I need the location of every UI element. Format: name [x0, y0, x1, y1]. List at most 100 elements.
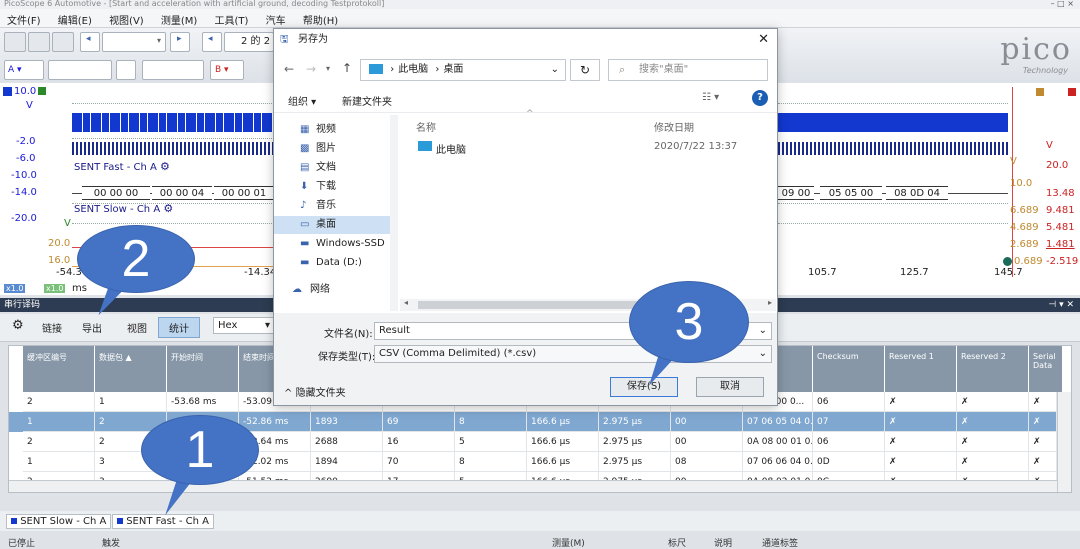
measure-button[interactable]: 测量(M): [552, 536, 585, 549]
bus-packet[interactable]: 09 00: [778, 186, 814, 200]
nav-item[interactable]: ▬ Data (D:): [274, 254, 390, 272]
table-cell[interactable]: 0D: [813, 452, 885, 472]
table-cell[interactable]: 06: [813, 392, 885, 412]
nav-item[interactable]: ▬ Windows-SSD: [274, 235, 390, 253]
home-button[interactable]: [52, 32, 74, 52]
page-prev-button[interactable]: ◂: [202, 32, 222, 52]
hand-tool-button[interactable]: [28, 32, 50, 52]
table-cell[interactable]: ✗: [885, 432, 957, 452]
panel-controls[interactable]: ⊣ ▾ ✕: [1048, 298, 1074, 312]
channel-labels-toggle[interactable]: 通道标签: [762, 536, 798, 549]
nav-item[interactable]: ♪ 音乐: [274, 197, 390, 215]
chevron-down-icon[interactable]: ▾: [326, 64, 330, 73]
file-list-item[interactable]: 此电脑 2020/7/22 13:37: [414, 137, 774, 159]
forward-arrow-icon[interactable]: →: [306, 62, 316, 76]
table-cell[interactable]: ✗: [957, 432, 1029, 452]
table-cell[interactable]: ✗: [957, 452, 1029, 472]
table-cell[interactable]: 08: [671, 452, 743, 472]
bus-packet[interactable]: 00 00 04: [152, 186, 212, 200]
organize-menu[interactable]: 组织 ▾: [288, 93, 316, 108]
table-cell[interactable]: 166.6 µs: [527, 452, 599, 472]
table-cell[interactable]: 1: [23, 452, 95, 472]
trigger-label[interactable]: 触发: [102, 536, 120, 549]
table-cell[interactable]: 06: [813, 432, 885, 452]
coupling-select[interactable]: [142, 60, 204, 80]
table-cell[interactable]: 2: [23, 392, 95, 412]
table-cell[interactable]: 1893: [311, 412, 383, 432]
table-cell[interactable]: 2688: [311, 432, 383, 452]
menu-help[interactable]: 帮助(H): [296, 9, 345, 30]
column-header[interactable]: 开始时间: [167, 346, 239, 392]
table-cell[interactable]: 1894: [311, 452, 383, 472]
address-bar[interactable]: › 此电脑 › 桌面 ⌄: [360, 59, 566, 81]
channel-a-next[interactable]: [116, 60, 136, 80]
table-cell[interactable]: 16: [383, 432, 455, 452]
ruler-toggle[interactable]: 标尺: [668, 536, 686, 549]
table-cell[interactable]: ✗: [1029, 412, 1057, 432]
pointer-tool-button[interactable]: [4, 32, 26, 52]
column-header[interactable]: Reserved 2: [957, 346, 1029, 392]
column-header[interactable]: 数据包 ▲: [95, 346, 167, 392]
hide-folders-toggle[interactable]: ^ 隐藏文件夹: [284, 384, 346, 399]
settings-gear-icon[interactable]: ⚙: [12, 318, 24, 333]
table-cell[interactable]: 166.6 µs: [527, 432, 599, 452]
table-cell[interactable]: 69: [383, 412, 455, 432]
nav-item[interactable]: ☁ 网络: [274, 281, 390, 299]
gear-icon[interactable]: ⚙: [160, 160, 170, 173]
search-input[interactable]: ⌕ 搜索"桌面": [608, 59, 768, 81]
table-cell[interactable]: ✗: [885, 452, 957, 472]
table-cell[interactable]: ✗: [1029, 432, 1057, 452]
tab-sent-fast[interactable]: SENT Fast - Ch A: [112, 514, 215, 529]
table-cell[interactable]: 00: [671, 412, 743, 432]
chevron-left-icon[interactable]: ◂: [404, 298, 408, 307]
table-cell[interactable]: 2.975 µs: [599, 452, 671, 472]
channel-a-range-select[interactable]: [48, 60, 112, 80]
menu-file[interactable]: 文件(F): [0, 9, 48, 30]
menu-view[interactable]: 视图(V): [102, 9, 151, 30]
menu-automotive[interactable]: 汽车: [259, 9, 293, 30]
nav-item[interactable]: ▦ 视频: [274, 121, 390, 139]
menu-tools[interactable]: 工具(T): [208, 9, 256, 30]
refresh-icon[interactable]: ↻: [570, 59, 600, 81]
vertical-scrollbar[interactable]: [1057, 392, 1071, 492]
view-mode-icon[interactable]: ☷ ▾: [702, 92, 719, 103]
help-icon[interactable]: ?: [752, 90, 768, 106]
prev-button[interactable]: ◂: [80, 32, 100, 52]
table-cell[interactable]: 166.6 µs: [527, 412, 599, 432]
back-arrow-icon[interactable]: ←: [284, 62, 294, 76]
gear-icon[interactable]: ⚙: [163, 202, 173, 215]
format-select[interactable]: Hex ▾: [213, 317, 275, 334]
menu-measure[interactable]: 测量(M): [154, 9, 204, 30]
nav-item[interactable]: ▭ 桌面: [274, 216, 390, 234]
menu-edit[interactable]: 编辑(E): [51, 9, 99, 30]
table-cell[interactable]: 2.975 µs: [599, 412, 671, 432]
bus-packet[interactable]: 00 00 00: [82, 186, 150, 200]
chevron-down-icon[interactable]: ⌄: [759, 323, 767, 339]
table-cell[interactable]: 1: [95, 392, 167, 412]
table-cell[interactable]: 2: [23, 432, 95, 452]
column-date-header[interactable]: 修改日期: [654, 119, 694, 134]
column-header[interactable]: 缓冲区编号: [23, 346, 95, 392]
horizontal-scrollbar[interactable]: [9, 480, 1057, 492]
column-name-header[interactable]: 名称: [416, 119, 436, 134]
up-arrow-icon[interactable]: ↑: [342, 61, 352, 75]
table-cell[interactable]: ✗: [1029, 392, 1057, 412]
bus-packet[interactable]: 05 05 00: [820, 186, 882, 200]
table-cell[interactable]: ✗: [885, 412, 957, 432]
column-header[interactable]: Reserved 1: [885, 346, 957, 392]
breadcrumb-desktop[interactable]: 桌面: [443, 64, 463, 75]
channel-b-button[interactable]: B ▾: [210, 60, 244, 80]
bus-packet[interactable]: 00 00 01: [214, 186, 274, 200]
table-cell[interactable]: 07: [813, 412, 885, 432]
bus-packet[interactable]: 08 0D 04: [886, 186, 948, 200]
chevron-right-icon[interactable]: ▸: [768, 298, 772, 307]
close-icon[interactable]: ✕: [758, 29, 769, 51]
timebase-select[interactable]: ▾: [102, 32, 166, 52]
view-button[interactable]: 视图: [127, 320, 147, 335]
next-button[interactable]: ▸: [170, 32, 190, 52]
table-cell[interactable]: ✗: [885, 392, 957, 412]
nav-scrollbar[interactable]: [390, 115, 398, 311]
stats-toggle[interactable]: 统计: [158, 317, 200, 338]
table-cell[interactable]: ✗: [1029, 452, 1057, 472]
sent-slow-label[interactable]: SENT Slow - Ch A ⚙: [74, 202, 173, 215]
